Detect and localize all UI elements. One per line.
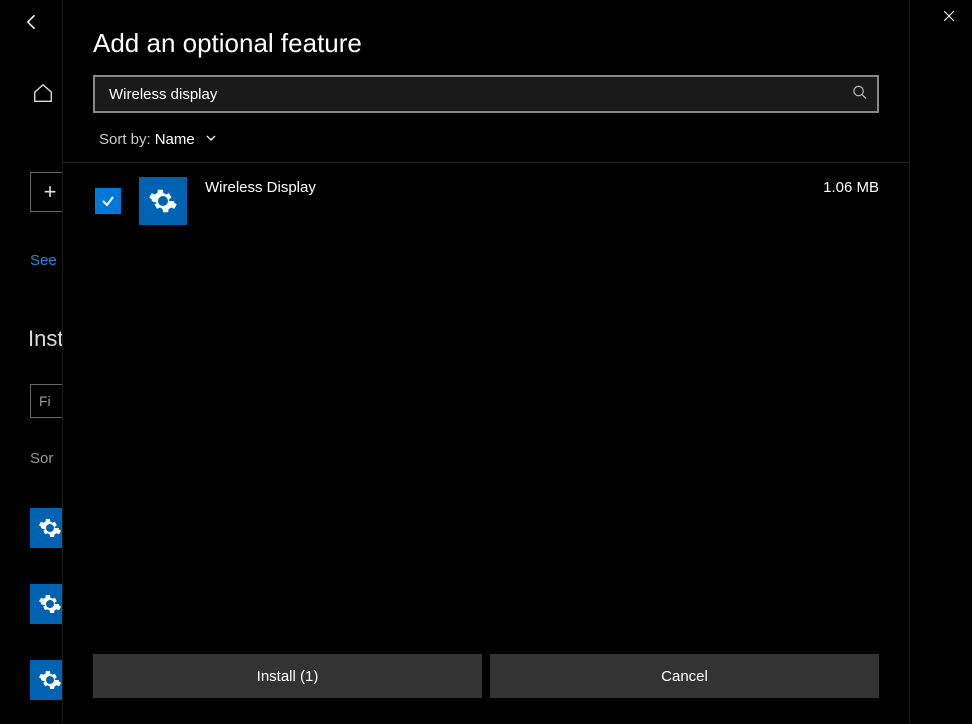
sort-label-bg: Sor <box>30 450 53 467</box>
chevron-down-icon <box>205 131 217 148</box>
see-history-link[interactable]: See <box>30 252 57 269</box>
sort-by-dropdown[interactable]: Sort by: Name <box>99 131 879 148</box>
gear-icon <box>139 177 187 225</box>
add-optional-feature-dialog: Add an optional feature Sort by: Name Wi… <box>62 0 910 724</box>
back-arrow-icon[interactable] <box>22 12 42 37</box>
dialog-button-bar: Install (1) Cancel <box>63 640 909 724</box>
feature-row[interactable]: Wireless Display 1.06 MB <box>63 163 909 239</box>
sort-by-value: Name <box>155 131 195 148</box>
cancel-button[interactable]: Cancel <box>490 654 879 698</box>
search-container <box>93 75 879 113</box>
feature-checkbox[interactable] <box>95 188 121 214</box>
home-icon[interactable] <box>32 82 54 110</box>
search-icon[interactable] <box>852 85 867 104</box>
install-button[interactable]: Install (1) <box>93 654 482 698</box>
find-input-bg[interactable]: Fi <box>30 384 66 418</box>
feature-list: Wireless Display 1.06 MB <box>63 162 909 640</box>
close-button[interactable] <box>926 0 972 32</box>
search-input[interactable] <box>93 75 879 113</box>
sort-by-label: Sort by: <box>99 131 151 148</box>
installed-features-heading: Inst <box>28 326 63 352</box>
feature-name: Wireless Display <box>205 177 805 196</box>
dialog-title: Add an optional feature <box>63 0 909 75</box>
feature-size: 1.06 MB <box>823 177 879 196</box>
